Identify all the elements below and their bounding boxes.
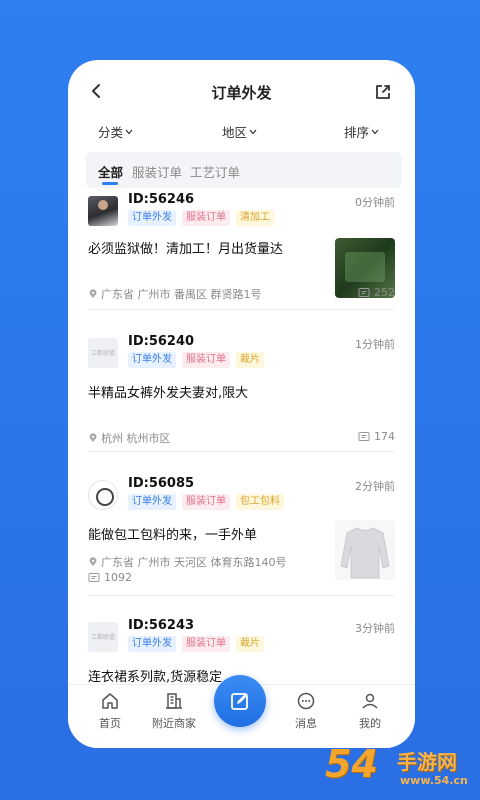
- building-icon: [166, 693, 182, 709]
- header: 订单外发: [68, 60, 415, 120]
- tag-list: 订单外发 服装订单 清加工: [128, 210, 274, 226]
- order-list[interactable]: ID:56246 0分钟前 订单外发 服装订单 清加工 必须监狱做！清加工！月出…: [68, 188, 415, 684]
- avatar: [88, 480, 118, 510]
- avatar: 工都联盟: [88, 622, 118, 652]
- home-icon: [102, 693, 118, 709]
- tag-list: 订单外发 服装订单 裁片: [128, 352, 264, 368]
- tag: 服装订单: [182, 352, 230, 368]
- order-description: 能做包工包料的来，一手外单: [88, 528, 258, 543]
- address-text: 广东省 广州市 番禺区 群贤路1号: [101, 288, 262, 301]
- comment-count-text: 1092: [104, 571, 132, 584]
- chevron-down-icon: [371, 129, 379, 134]
- watermark-text: 手游网: [397, 750, 457, 774]
- tag: 服装订单: [182, 494, 230, 510]
- filter-bar: 分类 地区 排序: [68, 122, 415, 146]
- watermark-number: 54: [325, 742, 378, 786]
- chevron-down-icon: [249, 129, 257, 134]
- location-icon: [89, 433, 97, 442]
- nav-nearby-merchants[interactable]: 附近商家: [144, 691, 204, 731]
- comment-icon: [88, 572, 100, 582]
- order-id: ID:56243: [128, 618, 195, 633]
- share-icon[interactable]: [373, 82, 393, 102]
- tab-all[interactable]: 全部: [98, 162, 123, 181]
- order-card[interactable]: 工都联盟 ID:56243 3分钟前 订单外发 服装订单 裁片 连衣裙系列款,货…: [88, 616, 395, 684]
- nav-label: 附近商家: [152, 717, 196, 730]
- address-text: 杭州 杭州市区: [101, 432, 171, 445]
- filter-category[interactable]: 分类: [98, 122, 133, 141]
- nav-home[interactable]: 首页: [80, 691, 140, 731]
- tag: 裁片: [236, 352, 264, 368]
- avatar-logo-text: 工都联盟: [91, 350, 116, 357]
- tag: 裁片: [236, 636, 264, 652]
- avatar: [88, 196, 118, 226]
- order-id: ID:56085: [128, 476, 195, 491]
- order-address: 杭州 杭州市区: [88, 430, 171, 446]
- tag: 订单外发: [128, 494, 176, 510]
- user-icon: [362, 693, 378, 709]
- order-description: 半精品女裤外发夫妻对,限大: [88, 386, 249, 401]
- tab-craft-orders[interactable]: 工艺订单: [190, 162, 240, 181]
- bottom-nav: 首页 附近商家 消息 我的: [68, 675, 415, 748]
- order-thumbnail[interactable]: [335, 520, 395, 580]
- category-tabs: 全部 服装订单 工艺订单: [86, 152, 402, 188]
- order-address: 广东省 广州市 番禺区 群贤路1号: [88, 286, 262, 302]
- tag: 订单外发: [128, 352, 176, 368]
- filter-region[interactable]: 地区: [222, 122, 257, 141]
- order-id: ID:56246: [128, 192, 195, 207]
- app-screen: 订单外发 分类 地区 排序 全部 服装订单 工艺订单 ID:56246 0分钟前…: [68, 60, 415, 748]
- order-address: 广东省 广州市 天河区 体育东路140号: [88, 554, 286, 570]
- watermark-url: www.54.cn: [400, 774, 468, 787]
- tag-list: 订单外发 服装订单 包工包料: [128, 494, 284, 510]
- post-time: 1分钟前: [355, 338, 395, 351]
- avatar-logo-text: 工都联盟: [91, 634, 116, 641]
- tag-list: 订单外发 服装订单 裁片: [128, 636, 264, 652]
- nav-label: 首页: [99, 717, 121, 730]
- nav-label: 消息: [295, 717, 317, 730]
- nav-profile[interactable]: 我的: [340, 691, 400, 731]
- order-card[interactable]: ID:56085 2分钟前 订单外发 服装订单 包工包料 能做包工包料的来，一手…: [88, 474, 395, 596]
- nav-label: 我的: [359, 717, 381, 730]
- nav-messages[interactable]: 消息: [276, 691, 336, 731]
- comment-count: 1092: [88, 571, 132, 584]
- order-id: ID:56240: [128, 334, 195, 349]
- order-description: 连衣裙系列款,货源稳定 ...: [88, 670, 239, 684]
- tag: 清加工: [236, 210, 274, 226]
- message-icon: [297, 692, 315, 710]
- chevron-down-icon: [125, 129, 133, 134]
- location-icon: [89, 557, 97, 566]
- active-tab-indicator: [102, 182, 118, 185]
- site-watermark: 54 手游网 www.54.cn: [325, 742, 475, 797]
- tag: 包工包料: [236, 494, 284, 510]
- order-description: 必须监狱做！清加工！月出货量达: [88, 242, 284, 257]
- comment-icon: [358, 431, 370, 441]
- comment-count-text: 252: [374, 286, 395, 299]
- post-time: 3分钟前: [355, 622, 395, 635]
- tag: 服装订单: [182, 210, 230, 226]
- filter-label: 排序: [344, 125, 370, 140]
- comment-count: 174: [358, 430, 395, 443]
- location-icon: [89, 289, 97, 298]
- filter-sort[interactable]: 排序: [344, 122, 379, 141]
- tag: 订单外发: [128, 636, 176, 652]
- comment-count-text: 174: [374, 430, 395, 443]
- post-order-button[interactable]: [214, 675, 266, 727]
- order-card[interactable]: ID:56246 0分钟前 订单外发 服装订单 清加工 必须监狱做！清加工！月出…: [88, 190, 395, 310]
- address-text: 广东省 广州市 天河区 体育东路140号: [101, 556, 287, 569]
- comment-count: 252: [358, 286, 395, 299]
- avatar: 工都联盟: [88, 338, 118, 368]
- post-time: 0分钟前: [355, 196, 395, 209]
- edit-icon: [231, 693, 248, 710]
- tag: 订单外发: [128, 210, 176, 226]
- tab-clothing-orders[interactable]: 服装订单: [132, 162, 182, 181]
- filter-label: 分类: [98, 125, 124, 140]
- sweater-image: [340, 527, 390, 579]
- page-title: 订单外发: [211, 84, 272, 102]
- filter-label: 地区: [222, 125, 248, 140]
- tag: 服装订单: [182, 636, 230, 652]
- order-card[interactable]: 工都联盟 ID:56240 1分钟前 订单外发 服装订单 裁片 半精品女裤外发夫…: [88, 332, 395, 452]
- post-time: 2分钟前: [355, 480, 395, 493]
- comment-icon: [358, 287, 370, 297]
